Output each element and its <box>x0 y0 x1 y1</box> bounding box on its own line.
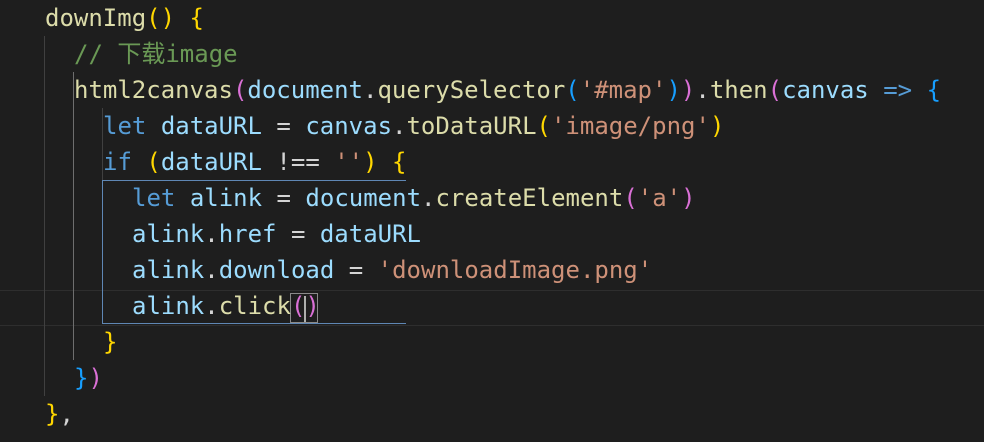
code-token-comment: // 下载image <box>74 40 238 68</box>
code-token-string: '#map' <box>579 76 667 104</box>
code-token-bracket-blue: } <box>74 364 89 392</box>
code-token-default <box>132 148 146 176</box>
code-token-bracket-purple: ( <box>767 76 783 104</box>
code-line[interactable]: let alink = document.createElement('a') <box>132 180 696 216</box>
code-token-variable: dataURL <box>160 112 262 140</box>
code-token-function: toDataURL <box>406 112 537 140</box>
code-token-default: . <box>204 292 219 320</box>
code-token-default <box>175 184 189 212</box>
code-token-bracket-purple: ) <box>681 184 696 212</box>
code-token-keyword: => <box>883 76 913 104</box>
code-token-bracket-gold: { <box>189 4 204 32</box>
code-token-variable: canvas <box>305 112 393 140</box>
code-line[interactable]: }, <box>45 396 74 432</box>
code-token-bracket-gold: ) <box>709 112 725 140</box>
code-token-keyword: let <box>103 112 147 140</box>
code-token-default: . <box>421 184 436 212</box>
code-token-default: . <box>392 112 407 140</box>
code-token-default: . <box>363 76 378 104</box>
code-token-bracket-gold: ) <box>363 148 378 176</box>
code-token-variable: alink <box>132 220 205 248</box>
code-line[interactable]: downImg() { <box>45 0 204 36</box>
code-token-function: then <box>709 76 768 104</box>
code-token-string: '' <box>334 148 364 176</box>
code-token-default: . <box>204 220 219 248</box>
code-line[interactable]: let dataURL = canvas.toDataURL('image/pn… <box>103 108 724 144</box>
code-token-function: querySelector <box>377 76 566 104</box>
code-line[interactable]: alink.click() <box>132 288 320 324</box>
code-token-bracket-blue: ) <box>666 76 681 104</box>
code-token-bracket-gold: } <box>103 328 118 356</box>
code-token-default <box>175 4 189 32</box>
code-token-string: 'downloadImage.png' <box>377 256 653 284</box>
code-token-keyword: if <box>103 148 132 176</box>
code-token-variable: download <box>218 256 335 284</box>
code-editor[interactable]: downImg() {// 下载image html2canvas(documen… <box>0 0 984 442</box>
code-line[interactable]: } <box>103 324 117 360</box>
code-token-variable: canvas <box>782 76 869 104</box>
code-token-default <box>912 76 926 104</box>
code-token-variable: dataURL <box>319 220 422 248</box>
code-token-string: 'a' <box>637 184 682 212</box>
text-cursor <box>304 296 306 322</box>
code-token-bracket-blue: { <box>926 76 942 104</box>
code-line[interactable]: alink.href = dataURL <box>132 216 421 252</box>
code-token-variable: alink <box>132 256 205 284</box>
indent-guide <box>44 36 45 396</box>
code-token-bracket-gold: () <box>146 4 176 32</box>
code-token-function: click <box>218 292 291 320</box>
code-token-default: = <box>262 184 306 212</box>
code-token-bracket-gold: { <box>392 148 407 176</box>
code-token-bracket-gold: } <box>45 400 60 428</box>
code-line[interactable]: }) <box>74 360 103 396</box>
code-token-bracket-purple: ) <box>680 76 696 104</box>
code-token-bracket-purple: ) <box>88 364 103 392</box>
code-token-default: . <box>695 76 710 104</box>
code-token-variable: document <box>247 76 363 104</box>
code-token-string: 'image/png' <box>550 112 710 140</box>
code-token-default: , <box>59 400 74 428</box>
code-token-function: createElement <box>435 184 624 212</box>
code-token-bracket-purple: ( <box>623 184 638 212</box>
code-token-default: = <box>261 112 306 140</box>
code-line[interactable]: alink.download = 'downloadImage.png' <box>132 252 652 288</box>
code-token-bracket-gold: ( <box>536 112 551 140</box>
code-line[interactable]: html2canvas(document.querySelector('#map… <box>74 72 941 108</box>
code-token-function: html2canvas <box>74 76 233 104</box>
code-token-bracket-purple: ( <box>232 76 248 104</box>
code-line[interactable]: if (dataURL !== '') { <box>103 144 406 180</box>
indent-guide <box>73 72 74 360</box>
code-token-default: !== <box>261 148 335 176</box>
code-token-default <box>869 76 883 104</box>
code-token-default <box>378 148 392 176</box>
code-token-variable: alink <box>189 184 263 212</box>
code-token-bracket-blue: ( <box>565 76 580 104</box>
code-token-keyword: let <box>132 184 176 212</box>
code-token-default: = <box>334 256 378 284</box>
code-token-default: = <box>276 220 320 248</box>
code-line[interactable]: // 下载image <box>74 36 238 72</box>
code-token-default <box>146 112 160 140</box>
code-token-function: downImg <box>45 4 147 32</box>
code-token-variable: alink <box>132 292 205 320</box>
code-token-bracket-gold: ( <box>146 148 161 176</box>
code-token-variable: dataURL <box>160 148 262 176</box>
code-token-variable: href <box>218 220 277 248</box>
code-token-default: . <box>204 256 219 284</box>
code-token-variable: document <box>305 184 422 212</box>
